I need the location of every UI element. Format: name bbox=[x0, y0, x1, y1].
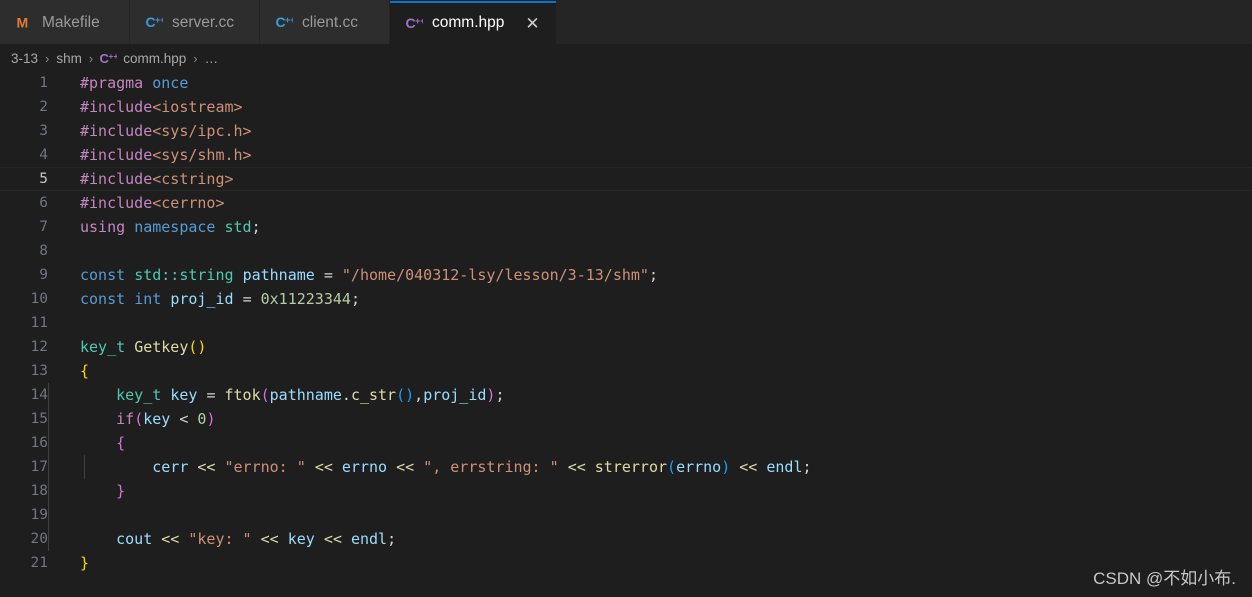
line-number: 20 bbox=[30, 531, 48, 547]
code-line[interactable]: 3 #include<sys/ipc.h> bbox=[0, 119, 1252, 143]
svg-text:++: ++ bbox=[415, 16, 423, 26]
line-content bbox=[48, 311, 1252, 335]
svg-text:++: ++ bbox=[155, 15, 163, 25]
line-content: key_t Getkey() bbox=[80, 338, 207, 356]
code-line[interactable]: 11 bbox=[0, 311, 1252, 335]
code-editor[interactable]: 1 #pragma once 2 #include<iostream> 3 #i… bbox=[0, 71, 1252, 597]
line-content: } bbox=[80, 554, 90, 572]
code-line[interactable]: 17 cerr << "errno: " << errno << ", errs… bbox=[0, 455, 1252, 479]
code-line[interactable]: 1 #pragma once bbox=[0, 71, 1252, 95]
line-number: 13 bbox=[30, 363, 48, 379]
code-line[interactable]: 7 using namespace std; bbox=[0, 215, 1252, 239]
code-line[interactable]: 8 bbox=[0, 239, 1252, 263]
line-number: 5 bbox=[39, 171, 48, 187]
line-number: 11 bbox=[30, 315, 48, 331]
line-number: 9 bbox=[39, 267, 48, 283]
code-line[interactable]: 20 cout << "key: " << key << endl; bbox=[0, 527, 1252, 551]
svg-text:++: ++ bbox=[109, 51, 118, 61]
line-number: 4 bbox=[39, 147, 48, 163]
line-number: 6 bbox=[39, 195, 48, 211]
breadcrumb-item-folder[interactable]: 3-13 bbox=[11, 51, 38, 66]
line-number: 1 bbox=[39, 75, 48, 91]
line-content bbox=[48, 503, 1252, 527]
cpp-header-icon: C ++ bbox=[406, 15, 423, 32]
makefile-icon: M bbox=[16, 14, 33, 31]
line-number: 14 bbox=[30, 387, 48, 403]
line-content: #include<sys/ipc.h> bbox=[80, 122, 252, 140]
code-line[interactable]: 19 bbox=[0, 503, 1252, 527]
code-line[interactable]: 15 if(key < 0) bbox=[0, 407, 1252, 431]
cpp-source-icon: C ++ bbox=[146, 14, 163, 31]
line-content: cout << "key: " << key << endl; bbox=[48, 527, 1252, 551]
tab-client-cc[interactable]: C ++ client.cc bbox=[260, 0, 390, 44]
line-content: #include<iostream> bbox=[80, 98, 243, 116]
code-lines: 1 #pragma once 2 #include<iostream> 3 #i… bbox=[0, 71, 1252, 575]
line-number: 2 bbox=[39, 99, 48, 115]
line-content: const std::string pathname = "/home/0403… bbox=[80, 266, 658, 284]
code-line[interactable]: 16 { bbox=[0, 431, 1252, 455]
code-line[interactable]: 4 #include<sys/shm.h> bbox=[0, 143, 1252, 167]
line-number: 21 bbox=[30, 555, 48, 571]
code-line[interactable]: 10 const int proj_id = 0x11223344; bbox=[0, 287, 1252, 311]
tab-label: Makefile bbox=[42, 13, 100, 31]
line-content: cerr << "errno: " << errno << ", errstri… bbox=[48, 455, 1252, 479]
line-content: if(key < 0) bbox=[48, 407, 1252, 431]
breadcrumb-separator: › bbox=[88, 50, 94, 66]
line-content: #include<cerrno> bbox=[80, 194, 225, 212]
breadcrumb-item-file[interactable]: C ++ comm.hpp bbox=[100, 50, 186, 67]
tab-server-cc[interactable]: C ++ server.cc bbox=[130, 0, 260, 44]
breadcrumb: 3-13 › shm › C ++ comm.hpp › … bbox=[0, 45, 1252, 71]
editor-tab-bar: M Makefile C ++ server.cc C ++ client.cc… bbox=[0, 0, 1252, 45]
line-number: 15 bbox=[30, 411, 48, 427]
cpp-header-icon: C ++ bbox=[100, 50, 117, 67]
tab-makefile[interactable]: M Makefile bbox=[0, 0, 130, 44]
line-content: { bbox=[48, 431, 1252, 455]
breadcrumb-separator: › bbox=[193, 50, 198, 66]
code-line-active[interactable]: 5 #include<cstring> bbox=[0, 167, 1252, 191]
cpp-source-icon: C ++ bbox=[276, 14, 293, 31]
tab-label: server.cc bbox=[172, 13, 235, 31]
line-content: const int proj_id = 0x11223344; bbox=[80, 290, 360, 308]
line-content: key_t key = ftok(pathname.c_str(),proj_i… bbox=[48, 383, 1252, 407]
line-number: 3 bbox=[39, 123, 48, 139]
code-line[interactable]: 2 #include<iostream> bbox=[0, 95, 1252, 119]
code-line[interactable]: 18 } bbox=[0, 479, 1252, 503]
line-content: #pragma once bbox=[80, 74, 189, 92]
line-number: 10 bbox=[30, 291, 48, 307]
code-line[interactable]: 21 } bbox=[0, 551, 1252, 575]
breadcrumb-separator: › bbox=[45, 50, 50, 66]
watermark: CSDN @不如小布. bbox=[1093, 569, 1236, 588]
svg-text:M: M bbox=[17, 15, 29, 31]
line-content: } bbox=[48, 479, 1252, 503]
tab-label: client.cc bbox=[302, 13, 358, 31]
line-number: 17 bbox=[30, 459, 48, 475]
line-number: 7 bbox=[39, 219, 48, 235]
line-content: { bbox=[80, 362, 90, 380]
close-icon[interactable]: ✕ bbox=[525, 15, 539, 32]
line-content: #include<sys/shm.h> bbox=[80, 146, 252, 164]
line-content bbox=[48, 239, 1252, 263]
code-line[interactable]: 13 { bbox=[0, 359, 1252, 383]
breadcrumb-file-label: comm.hpp bbox=[123, 50, 187, 66]
line-content: #include<cstring> bbox=[80, 170, 234, 188]
line-number: 18 bbox=[30, 483, 48, 499]
line-number: 8 bbox=[39, 243, 48, 259]
svg-text:++: ++ bbox=[285, 15, 293, 25]
tab-label: comm.hpp bbox=[432, 14, 505, 32]
breadcrumb-item-subfolder[interactable]: shm bbox=[56, 51, 82, 66]
code-line[interactable]: 9 const std::string pathname = "/home/04… bbox=[0, 263, 1252, 287]
code-line[interactable]: 14 key_t key = ftok(pathname.c_str(),pro… bbox=[0, 383, 1252, 407]
line-number: 12 bbox=[30, 339, 48, 355]
code-line[interactable]: 12 key_t Getkey() bbox=[0, 335, 1252, 359]
line-content: using namespace std; bbox=[80, 218, 261, 236]
tab-comm-hpp[interactable]: C ++ comm.hpp ✕ bbox=[390, 0, 557, 44]
code-line[interactable]: 6 #include<cerrno> bbox=[0, 191, 1252, 215]
line-number: 19 bbox=[30, 507, 48, 523]
tab-bar-filler bbox=[556, 0, 1252, 44]
breadcrumb-item-symbols[interactable]: … bbox=[205, 51, 219, 66]
line-number: 16 bbox=[30, 435, 48, 451]
